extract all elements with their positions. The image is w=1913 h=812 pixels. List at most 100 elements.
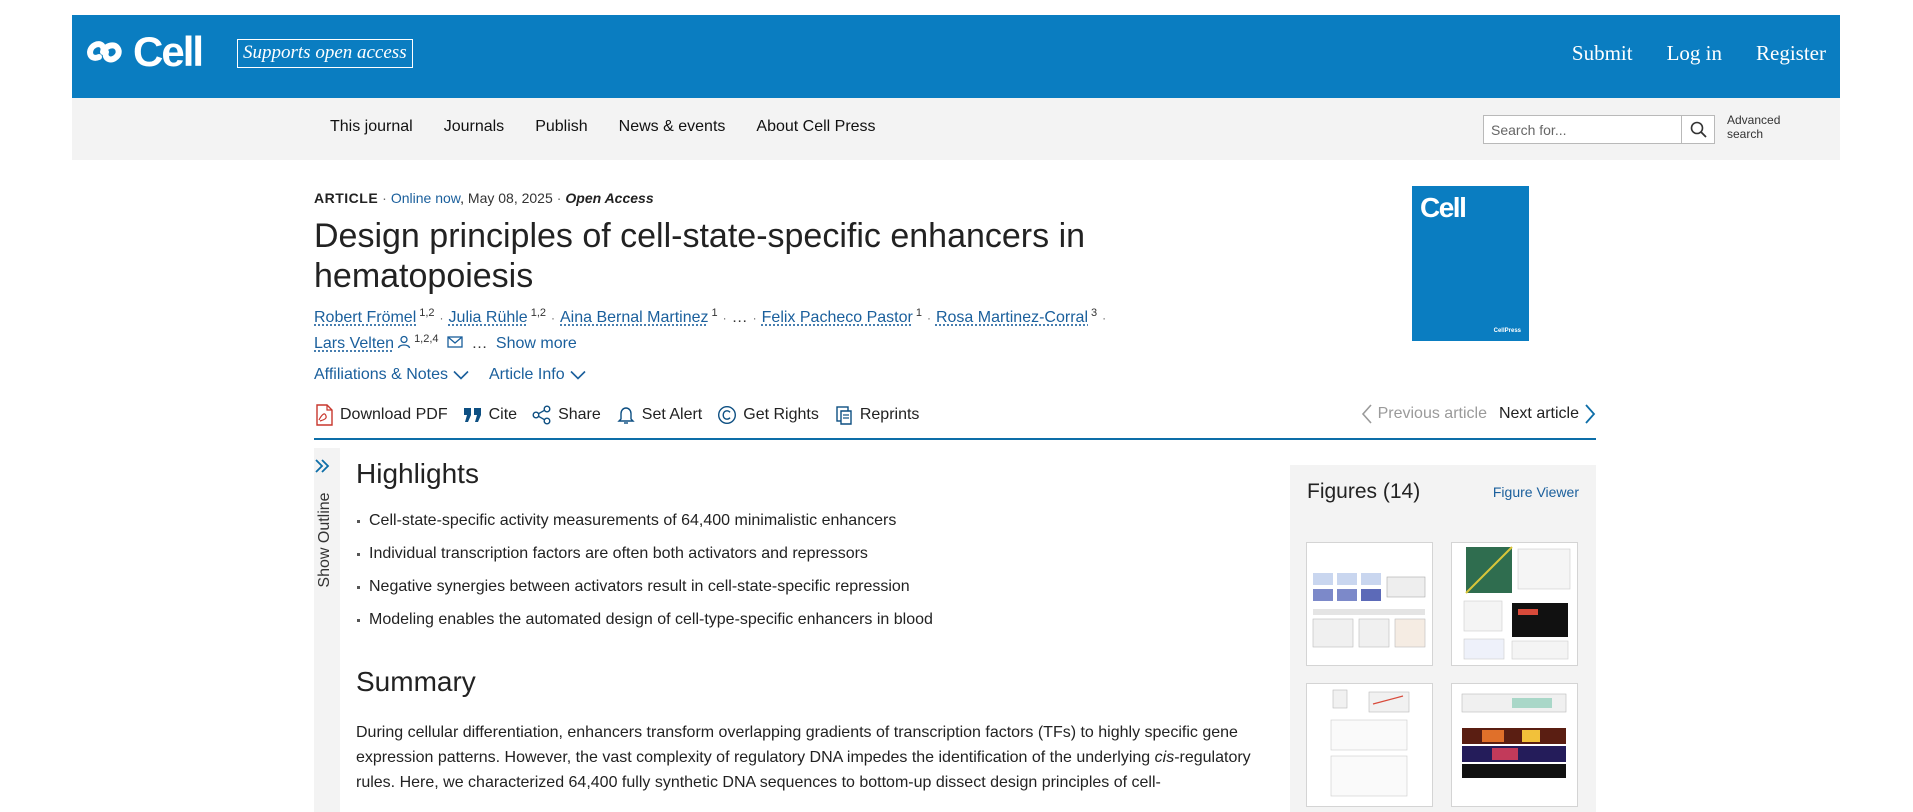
author-list: Robert Frömel 1,2 · Julia Rühle 1,2 · Aina Ber…	[314, 305, 1174, 356]
show-outline-button[interactable]: Show Outline	[314, 490, 336, 590]
open-access-label: Open Access	[565, 190, 654, 206]
nav-publish[interactable]: Publish	[535, 118, 587, 136]
nav-this-journal[interactable]: This journal	[330, 118, 413, 136]
submit-link[interactable]: Submit	[1572, 41, 1633, 66]
search-box	[1483, 115, 1715, 144]
cell-logo-icon	[87, 41, 122, 63]
list-item: Modeling enables the automated design of…	[356, 611, 1256, 644]
figures-title: Figures (14)	[1307, 480, 1421, 503]
article-title: Design principles of cell-state-specific…	[314, 217, 1086, 295]
share-button[interactable]: Share	[532, 404, 601, 426]
author-link[interactable]: Aina Bernal Martinez	[560, 309, 709, 326]
article-pagination: Previous article Next article	[1361, 404, 1596, 424]
journal-cover-image[interactable]: Cell CellPress	[1412, 186, 1529, 341]
envelope-icon	[447, 336, 463, 348]
reprints-label: Reprints	[859, 406, 920, 423]
logo-text: Cell	[133, 28, 204, 75]
meta-separator: ·	[382, 190, 387, 206]
highlights-list: Cell-state-specific activity measurement…	[356, 512, 1256, 644]
copyright-icon	[718, 405, 737, 425]
figure-thumbnail-image	[1330, 689, 1410, 797]
online-now-link[interactable]: Online now	[391, 190, 460, 206]
author-link[interactable]: Robert Frömel	[314, 309, 416, 326]
account-links: Submit Log in Register	[1572, 41, 1826, 66]
author-affiliation: 1,2,4	[414, 332, 439, 345]
author-affiliation: 1,2	[530, 306, 546, 319]
author-affiliation: 1	[915, 306, 922, 319]
author-separator: ·	[752, 311, 757, 325]
list-item: Individual transcription factors are oft…	[356, 545, 1256, 578]
list-item: Cell-state-specific activity measurement…	[356, 512, 1256, 545]
advanced-search-line2: search	[1727, 127, 1764, 141]
article-toolbar: Download PDF Cite Share Set Alert Get Ri…	[314, 402, 1596, 440]
set-alert-label: Set Alert	[641, 406, 703, 423]
publication-date: May 08, 2025	[467, 190, 553, 206]
chevron-down-icon	[453, 370, 469, 380]
chevron-down-icon	[570, 370, 586, 380]
figure-thumbnail-image	[1463, 546, 1571, 660]
get-rights-button[interactable]: Get Rights	[717, 404, 819, 426]
person-icon	[397, 335, 411, 349]
nav-menu: This journal Journals Publish News & eve…	[330, 118, 876, 136]
reprints-icon	[836, 406, 852, 425]
figure-thumbnail[interactable]	[1451, 683, 1578, 807]
list-item: Negative synergies between activators re…	[356, 578, 1256, 611]
reprints-button[interactable]: Reprints	[834, 404, 920, 426]
show-more-authors-button[interactable]: Show more	[496, 335, 577, 352]
advanced-search-link[interactable]: Advanced search	[1727, 113, 1780, 141]
figure-thumbnail[interactable]	[1451, 542, 1578, 666]
figure-thumbnail[interactable]	[1306, 683, 1433, 807]
login-link[interactable]: Log in	[1667, 41, 1722, 66]
nav-news-events[interactable]: News & events	[619, 118, 726, 136]
advanced-search-line1: Advanced	[1727, 113, 1781, 127]
author-link[interactable]: Julia Rühle	[449, 309, 528, 326]
share-label: Share	[558, 406, 601, 423]
figure-viewer-link[interactable]: Figure Viewer	[1493, 484, 1579, 500]
author-link[interactable]: Felix Pacheco Pastor	[762, 309, 913, 326]
article-info-links: Affiliations & Notes Article Info	[314, 366, 586, 384]
affiliations-notes-toggle[interactable]: Affiliations & Notes	[314, 366, 469, 384]
search-input[interactable]	[1484, 116, 1683, 143]
next-article-link[interactable]: Next article	[1499, 404, 1596, 424]
cell-logo[interactable]: Cell	[85, 28, 204, 75]
corresponding-author-link[interactable]: Lars Velten	[314, 335, 411, 352]
article-info-label: Article Info	[489, 366, 565, 383]
share-icon	[532, 405, 551, 425]
author-separator: ·	[1102, 311, 1107, 325]
email-author-link[interactable]	[447, 335, 463, 352]
author-affiliation: 3	[1091, 306, 1098, 319]
cite-label: Cite	[488, 406, 518, 423]
summary-heading: Summary	[356, 666, 476, 697]
author-affiliation: 1,2	[419, 306, 435, 319]
author-separator: ·	[551, 311, 555, 325]
summary-text-part: During cellular differentiation, enhance…	[356, 724, 1238, 766]
meta-comma: ,	[460, 190, 468, 206]
author-link[interactable]: Rosa Martinez-Corral	[936, 309, 1088, 326]
cover-publisher: CellPress	[1493, 328, 1521, 334]
authors-ellipsis: …	[731, 309, 748, 326]
download-pdf-label: Download PDF	[340, 406, 448, 423]
register-link[interactable]: Register	[1756, 41, 1826, 66]
authors-ellipsis: …	[471, 335, 488, 352]
double-chevron-right-icon	[315, 459, 330, 473]
author-separator: ·	[439, 311, 444, 325]
previous-article-link[interactable]: Previous article	[1361, 404, 1487, 424]
article-type: ARTICLE	[314, 190, 379, 206]
article-info-toggle[interactable]: Article Info	[489, 366, 586, 384]
nav-about-cell-press[interactable]: About Cell Press	[756, 118, 875, 136]
figures-panel: Figures (14) Figure Viewer	[1290, 465, 1596, 812]
quote-icon	[463, 408, 481, 422]
author-separator: ·	[926, 311, 931, 325]
site-header: Cell Supports open access Submit Log in …	[72, 15, 1840, 98]
author-name: Lars Velten	[314, 335, 395, 352]
search-button[interactable]	[1681, 116, 1714, 143]
open-access-badge: Supports open access	[237, 39, 413, 68]
set-alert-button[interactable]: Set Alert	[616, 404, 702, 426]
figure-thumbnail[interactable]	[1306, 542, 1433, 666]
show-outline-toggle[interactable]	[313, 458, 331, 479]
download-pdf-button[interactable]: Download PDF	[314, 404, 448, 426]
nav-journals[interactable]: Journals	[444, 118, 504, 136]
previous-article-label: Previous article	[1377, 405, 1487, 422]
cite-button[interactable]: Cite	[463, 404, 517, 426]
pdf-icon	[316, 404, 333, 426]
